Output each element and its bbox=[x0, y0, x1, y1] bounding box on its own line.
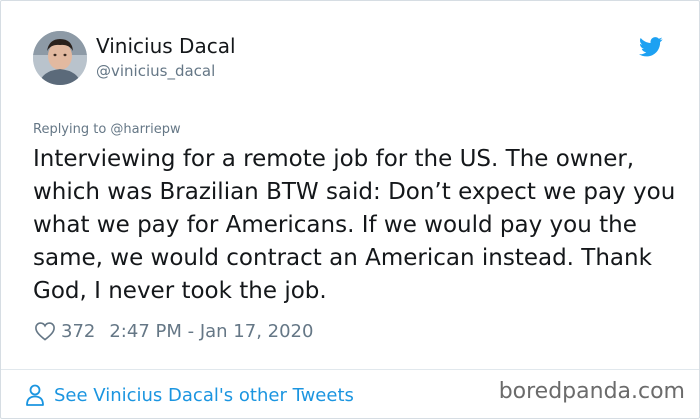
other-tweets-link[interactable]: See Vinicius Dacal's other Tweets bbox=[25, 381, 354, 409]
tweet-header: Vinicius Dacal @vinicius_dacal bbox=[33, 31, 667, 91]
boredpanda-watermark: boredpanda.com bbox=[498, 379, 685, 404]
author-handle[interactable]: @vinicius_dacal bbox=[96, 62, 215, 80]
divider bbox=[1, 369, 699, 370]
other-tweets-label[interactable]: See Vinicius Dacal's other Tweets bbox=[54, 385, 354, 406]
replying-to[interactable]: Replying to @harriepw bbox=[33, 122, 181, 137]
heart-icon[interactable] bbox=[34, 321, 56, 341]
author-name[interactable]: Vinicius Dacal bbox=[96, 34, 236, 58]
tweet-meta: 372 2:47 PM - Jan 17, 2020 bbox=[34, 319, 313, 343]
timestamp[interactable]: 2:47 PM - Jan 17, 2020 bbox=[109, 321, 313, 342]
tweet-text: Interviewing for a remote job for the US… bbox=[33, 146, 676, 304]
like-count: 372 bbox=[61, 320, 96, 342]
person-icon bbox=[26, 384, 44, 406]
twitter-bird-icon[interactable] bbox=[639, 37, 663, 57]
avatar[interactable] bbox=[33, 31, 87, 85]
tweet-card: Vinicius Dacal @vinicius_dacal Replying … bbox=[0, 0, 700, 419]
avatar-photo bbox=[33, 31, 87, 85]
